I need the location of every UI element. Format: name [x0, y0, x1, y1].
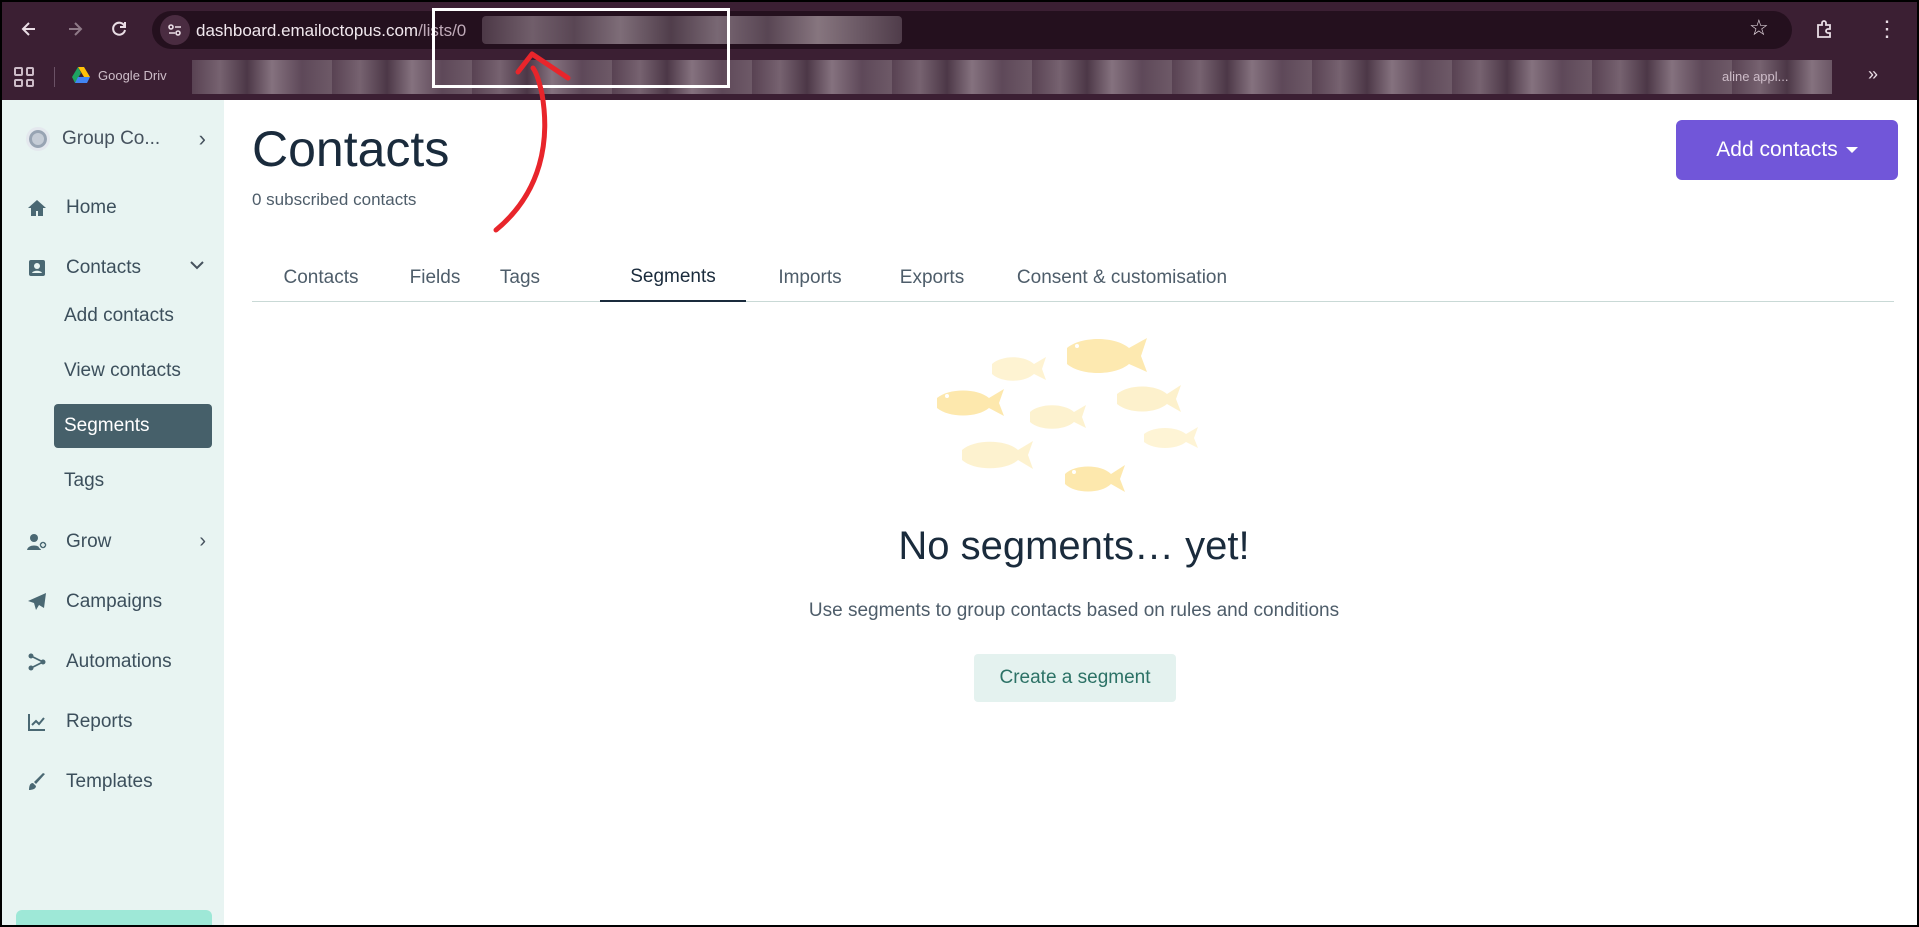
sidebar-item-label: Grow: [66, 531, 112, 552]
sidebar-subitem-add-contacts[interactable]: Add contacts: [54, 294, 212, 338]
menu-icon[interactable]: ⋮: [1876, 14, 1898, 44]
sidebar-subitem-view-contacts[interactable]: View contacts: [54, 349, 212, 393]
sidebar-item-label: Reports: [66, 711, 133, 732]
subscribed-count: 0 subscribed contacts: [252, 190, 417, 209]
sidebar-item-label: Templates: [66, 771, 153, 792]
annotation-arrow-icon: [493, 51, 571, 233]
automations-icon: [26, 651, 48, 673]
extensions-icon[interactable]: [1810, 14, 1840, 44]
tab-exports[interactable]: Exports: [882, 254, 982, 302]
tab-consent[interactable]: Consent & customisation: [1012, 254, 1232, 302]
site-info-icon[interactable]: [160, 15, 190, 45]
tab-segments[interactable]: Segments: [600, 254, 746, 302]
sidebar-item-label: Home: [66, 197, 117, 218]
bookmark-label[interactable]: aline appl...: [1722, 69, 1789, 84]
url-host: dashboard.emailoctopus.com: [196, 21, 419, 40]
sidebar-item-automations[interactable]: Automations: [26, 646, 206, 678]
brush-icon: [26, 771, 48, 793]
tab-tags[interactable]: Tags: [480, 254, 560, 302]
tab-contacts[interactable]: Contacts: [252, 254, 390, 302]
chevron-right-icon[interactable]: »: [1868, 64, 1878, 85]
home-icon: [26, 197, 48, 219]
sidebar-item-home[interactable]: Home: [26, 192, 206, 224]
address-bar[interactable]: dashboard.emailoctopus.com/lists/0: [152, 11, 1792, 49]
chevron-down-icon: [188, 256, 206, 280]
bookmark-separator: [54, 67, 55, 87]
sidebar-subitem-tags[interactable]: Tags: [54, 459, 212, 503]
sidebar-subitem-segments[interactable]: Segments: [54, 404, 212, 448]
tab-bar: Contacts Fields Tags Segments Imports Ex…: [252, 254, 1894, 302]
sidebar-item-campaigns[interactable]: Campaigns: [26, 586, 206, 618]
tab-fields[interactable]: Fields: [390, 254, 480, 302]
empty-state-description: Use segments to group contacts based on …: [808, 600, 1340, 621]
fish-illustration: [937, 338, 1198, 492]
bookmarks-bar: Google Driv aline appl... »: [2, 58, 1917, 96]
paper-plane-icon: [26, 591, 48, 613]
tab-imports[interactable]: Imports: [758, 254, 862, 302]
sidebar-item-label: Campaigns: [66, 591, 163, 612]
sidebar: Group Co... › Home Contacts Add contacts…: [2, 100, 224, 925]
sidebar-item-label: Automations: [66, 651, 172, 672]
sidebar-item-reports[interactable]: Reports: [26, 706, 206, 738]
empty-state-title: No segments… yet!: [898, 524, 1250, 568]
apps-icon[interactable]: [14, 67, 34, 87]
avatar: [26, 127, 50, 151]
add-contacts-button[interactable]: Add contacts: [1676, 120, 1898, 180]
sidebar-bottom-button[interactable]: [16, 910, 212, 925]
create-segment-button[interactable]: Create a segment: [974, 654, 1176, 702]
forward-icon[interactable]: [58, 12, 92, 46]
caret-down-icon: [1845, 147, 1858, 153]
sidebar-item-label: Contacts: [66, 257, 141, 278]
reload-icon[interactable]: [102, 12, 136, 46]
star-icon[interactable]: ☆: [1749, 15, 1769, 41]
chevron-right-icon: ›: [199, 530, 206, 552]
bookmark-google-drive[interactable]: Google Driv: [72, 67, 167, 83]
google-drive-icon: [72, 67, 90, 83]
bookmark-label: Google Driv: [98, 67, 167, 83]
sidebar-item-templates[interactable]: Templates: [26, 766, 206, 798]
contacts-icon: [26, 257, 48, 279]
app-frame: dashboard.emailoctopus.com/lists/0 ☆ ⋮ G…: [2, 2, 1917, 925]
annotation-highlight-box: [432, 8, 730, 88]
back-icon[interactable]: [12, 12, 46, 46]
org-name: Group Co...: [62, 128, 161, 149]
page-title: Contacts: [252, 121, 450, 177]
chevron-right-icon: ›: [198, 126, 206, 151]
org-switcher[interactable]: Group Co... ›: [26, 124, 206, 154]
chart-icon: [26, 711, 48, 733]
url-text: dashboard.emailoctopus.com/lists/0: [196, 21, 466, 41]
grow-icon: [26, 531, 48, 553]
sidebar-item-grow[interactable]: Grow ›: [26, 526, 206, 558]
add-contacts-label: Add contacts: [1716, 138, 1838, 161]
browser-toolbar: dashboard.emailoctopus.com/lists/0 ☆ ⋮ G…: [2, 2, 1917, 100]
sidebar-item-contacts[interactable]: Contacts: [26, 252, 206, 284]
